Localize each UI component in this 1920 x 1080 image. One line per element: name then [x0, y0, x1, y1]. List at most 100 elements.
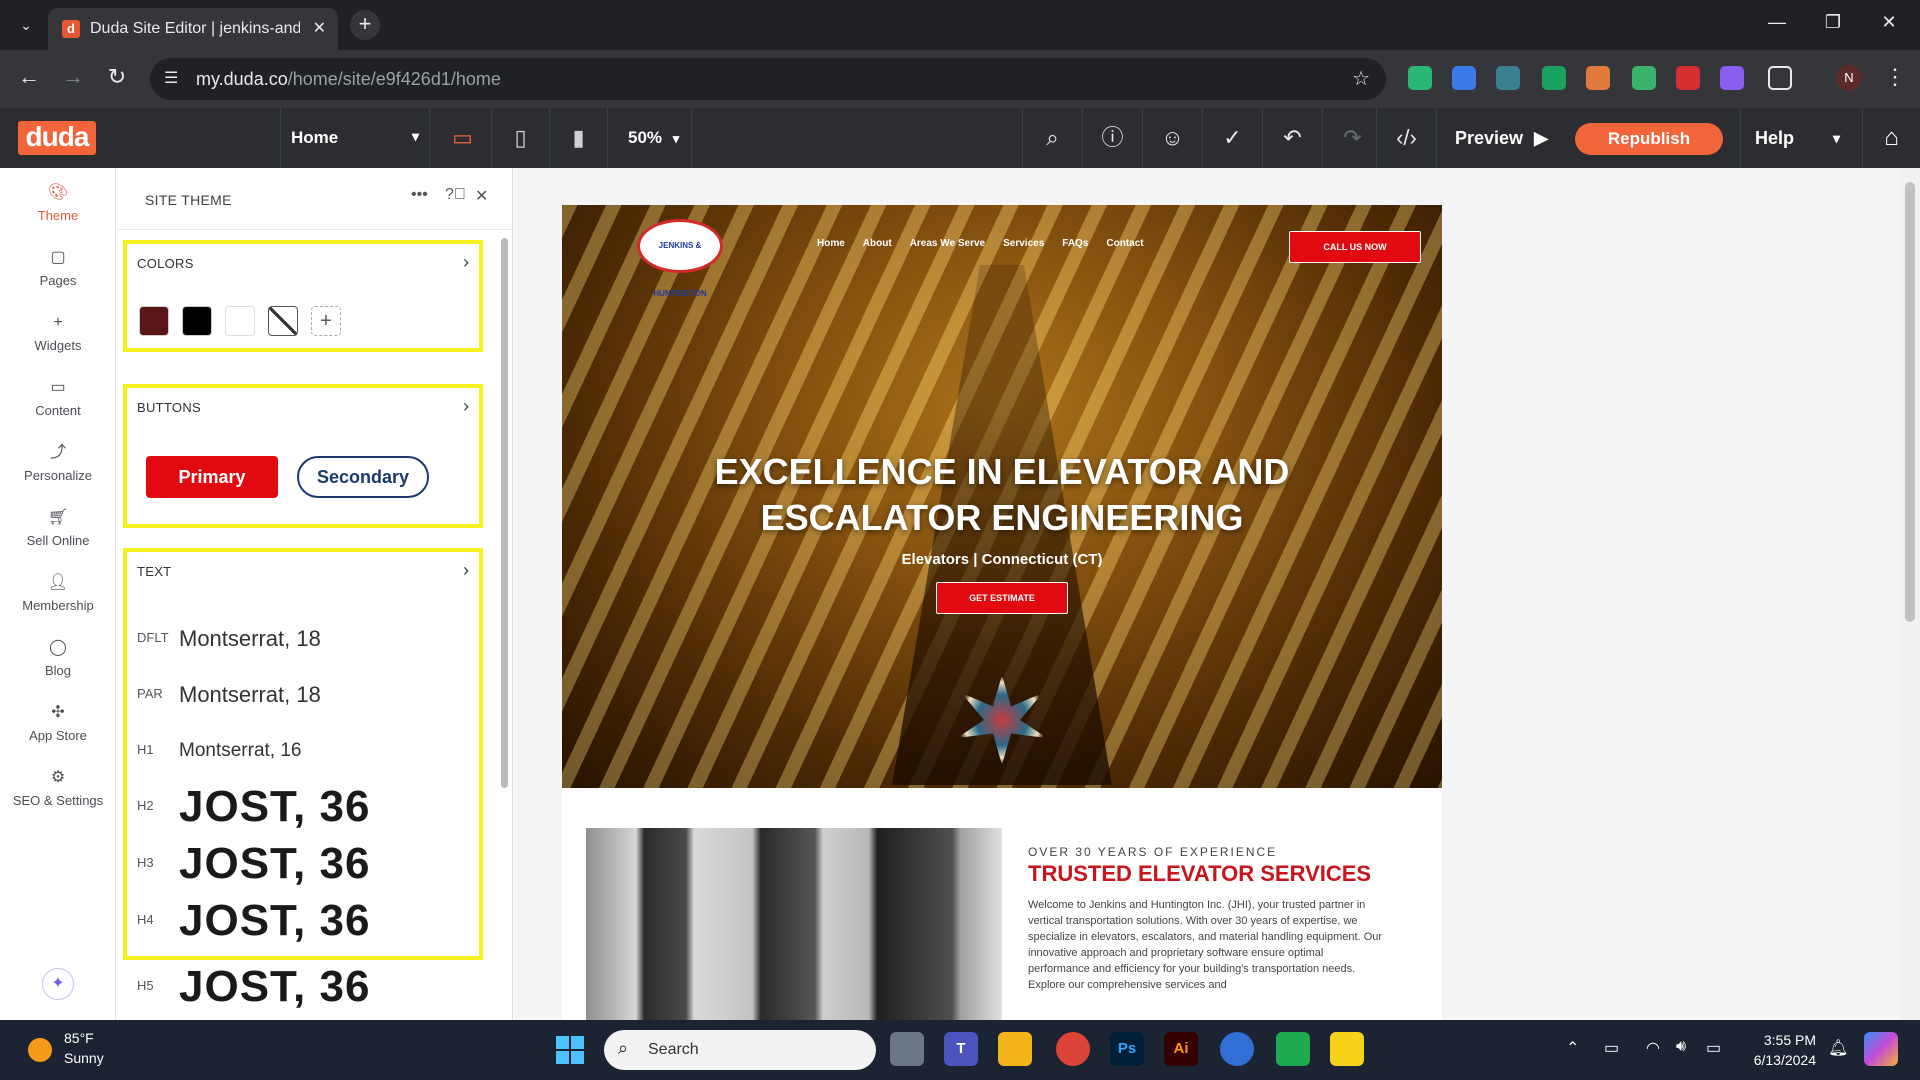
- section-kicker[interactable]: OVER 30 YEARS OF EXPERIENCE: [1028, 845, 1277, 859]
- forward-arrow-icon[interactable]: →: [58, 64, 88, 90]
- checkmark-icon[interactable]: ✓: [1202, 108, 1262, 168]
- app-icon[interactable]: [1220, 1032, 1254, 1066]
- website-preview[interactable]: JENKINS & HUNTINGTON Home About Areas We…: [562, 205, 1442, 1020]
- more-options-icon[interactable]: •••: [411, 186, 428, 204]
- call-us-now-button[interactable]: CALL US NOW: [1289, 231, 1421, 263]
- sidebar-item-theme[interactable]: 🎨︎ Theme: [0, 182, 116, 242]
- mobile-view-icon[interactable]: ▮: [550, 108, 608, 168]
- photoshop-icon[interactable]: Ps: [1110, 1032, 1144, 1066]
- color-swatch-black[interactable]: [182, 306, 212, 336]
- duda-logo[interactable]: duda: [18, 121, 96, 155]
- text-style-row[interactable]: H5 JOST, 36: [137, 962, 477, 1012]
- sidebar-item-blog[interactable]: ◯ Blog: [0, 637, 116, 697]
- section-body[interactable]: Welcome to Jenkins and Huntington Inc. (…: [1028, 897, 1388, 993]
- extension-icon[interactable]: [1720, 66, 1744, 90]
- primary-button-preview[interactable]: Primary: [146, 456, 278, 498]
- preview-button[interactable]: Preview ▶: [1436, 108, 1556, 168]
- nav-item-areas[interactable]: Areas We Serve: [910, 238, 985, 249]
- nav-item-services[interactable]: Services: [1003, 238, 1044, 249]
- new-tab-button[interactable]: +: [350, 10, 380, 40]
- sidebar-item-sell-online[interactable]: 🛒︎ Sell Online: [0, 507, 116, 567]
- wifi-icon[interactable]: ◠: [1646, 1038, 1660, 1058]
- tab-search-icon[interactable]: ⌄: [14, 13, 38, 37]
- comments-icon[interactable]: ☺: [1142, 108, 1202, 168]
- close-tab-icon[interactable]: ✕: [313, 18, 326, 38]
- download-extension-icon[interactable]: [1452, 66, 1476, 90]
- text-style-row[interactable]: PAR Montserrat, 18: [137, 670, 477, 720]
- search-icon[interactable]: ⌕: [1022, 108, 1082, 168]
- nav-item-home[interactable]: Home: [817, 238, 845, 249]
- add-color-icon[interactable]: +: [311, 306, 341, 336]
- nav-item-about[interactable]: About: [863, 238, 892, 249]
- text-style-row[interactable]: H4 JOST, 36: [137, 896, 477, 946]
- extension-icon[interactable]: [1586, 66, 1610, 90]
- reload-icon[interactable]: ↻: [102, 64, 132, 90]
- close-icon[interactable]: ✕: [475, 186, 488, 206]
- file-explorer-icon[interactable]: [998, 1032, 1032, 1066]
- info-icon[interactable]: ⓘ: [1082, 108, 1142, 168]
- chevron-right-icon[interactable]: ›: [463, 396, 469, 417]
- scrollbar-thumb[interactable]: [1905, 182, 1915, 622]
- redo-icon[interactable]: ↷: [1322, 108, 1382, 168]
- extension-icon[interactable]: [1408, 66, 1432, 90]
- text-style-row[interactable]: H1 Montserrat, 16: [137, 726, 477, 776]
- extension-icon[interactable]: [1632, 66, 1656, 90]
- bookmark-star-icon[interactable]: ☆: [1352, 66, 1370, 91]
- chevron-right-icon[interactable]: ›: [463, 252, 469, 273]
- text-style-row[interactable]: H2 JOST, 36: [137, 782, 477, 832]
- sidebar-item-seo-settings[interactable]: ⚙ SEO & Settings: [0, 767, 116, 827]
- color-swatch-transparent[interactable]: [268, 306, 298, 336]
- hero-subtitle[interactable]: Elevators | Connecticut (CT): [562, 551, 1442, 568]
- chat-app-icon[interactable]: [1276, 1032, 1310, 1066]
- zoom-selector[interactable]: 50% ▾: [612, 108, 692, 168]
- buttons-section[interactable]: BUTTONS › Primary Secondary: [123, 384, 483, 528]
- help-menu[interactable]: Help ▾: [1740, 108, 1850, 168]
- browser-menu-icon[interactable]: ⋮: [1880, 64, 1910, 90]
- canvas-scrollbar[interactable]: [1900, 168, 1920, 1020]
- minimize-window-button[interactable]: —: [1762, 12, 1792, 33]
- sidebar-item-widgets[interactable]: + Widgets: [0, 312, 116, 372]
- sticky-notes-icon[interactable]: [1330, 1032, 1364, 1066]
- code-icon[interactable]: ‹/›: [1376, 108, 1436, 168]
- close-window-button[interactable]: ✕: [1874, 12, 1904, 33]
- color-swatch-white[interactable]: [225, 306, 255, 336]
- system-clock[interactable]: 3:55 PM 6/13/2024: [1730, 1030, 1816, 1070]
- get-estimate-button[interactable]: GET ESTIMATE: [936, 582, 1068, 614]
- chevron-up-icon[interactable]: ⌃: [1566, 1038, 1579, 1058]
- hero-title[interactable]: EXCELLENCE IN ELEVATOR AND ESCALATOR ENG…: [642, 449, 1362, 541]
- url-field[interactable]: ☰ my.duda.co/home/site/e9f426d1/home ☆: [150, 58, 1386, 100]
- help-circle-icon[interactable]: ?⃝: [445, 186, 466, 204]
- browser-tab[interactable]: d Duda Site Editor | jenkins-and-h ✕: [48, 8, 338, 50]
- volume-icon[interactable]: 🔊︎: [1676, 1038, 1686, 1056]
- nav-item-contact[interactable]: Contact: [1106, 238, 1143, 249]
- copilot-icon[interactable]: [1864, 1032, 1898, 1066]
- desktop-view-icon[interactable]: ▭: [434, 108, 492, 168]
- extension-icon[interactable]: [1676, 66, 1700, 90]
- sidebar-item-pages[interactable]: ▢ Pages: [0, 247, 116, 307]
- home-icon[interactable]: ⌂: [1862, 108, 1920, 168]
- panel-scrollbar[interactable]: [501, 238, 508, 788]
- text-style-row[interactable]: DFLT Montserrat, 18: [137, 614, 477, 664]
- taskbar-search[interactable]: ⌕ Search: [604, 1030, 876, 1070]
- text-section[interactable]: TEXT › DFLT Montserrat, 18 PAR Montserra…: [123, 548, 483, 960]
- battery-icon[interactable]: ▭: [1706, 1038, 1721, 1058]
- sidebar-item-membership[interactable]: 👤︎ Membership: [0, 572, 116, 632]
- republish-button[interactable]: Republish: [1575, 123, 1723, 155]
- tablet-view-icon[interactable]: ▯: [492, 108, 550, 168]
- task-view-icon[interactable]: [890, 1032, 924, 1066]
- chevron-right-icon[interactable]: ›: [463, 560, 469, 581]
- windows-start-icon[interactable]: [556, 1036, 584, 1064]
- ai-assistant-sparkle-icon[interactable]: ✦: [42, 968, 74, 1000]
- weather-condition[interactable]: Sunny: [64, 1050, 104, 1066]
- text-style-row[interactable]: H3 JOST, 36: [137, 839, 477, 889]
- page-selector[interactable]: Home ▾: [280, 108, 430, 168]
- undo-icon[interactable]: ↶: [1262, 108, 1322, 168]
- sidebar-item-content[interactable]: ▭ Content: [0, 377, 116, 437]
- extensions-puzzle-icon[interactable]: [1768, 66, 1792, 90]
- sidebar-item-app-store[interactable]: ✣ App Store: [0, 702, 116, 762]
- elevator-photo[interactable]: [586, 828, 1002, 1020]
- site-info-icon[interactable]: ☰: [164, 68, 178, 88]
- color-swatch-maroon[interactable]: [139, 306, 169, 336]
- extension-icon[interactable]: [1496, 66, 1520, 90]
- chrome-icon[interactable]: [1056, 1032, 1090, 1066]
